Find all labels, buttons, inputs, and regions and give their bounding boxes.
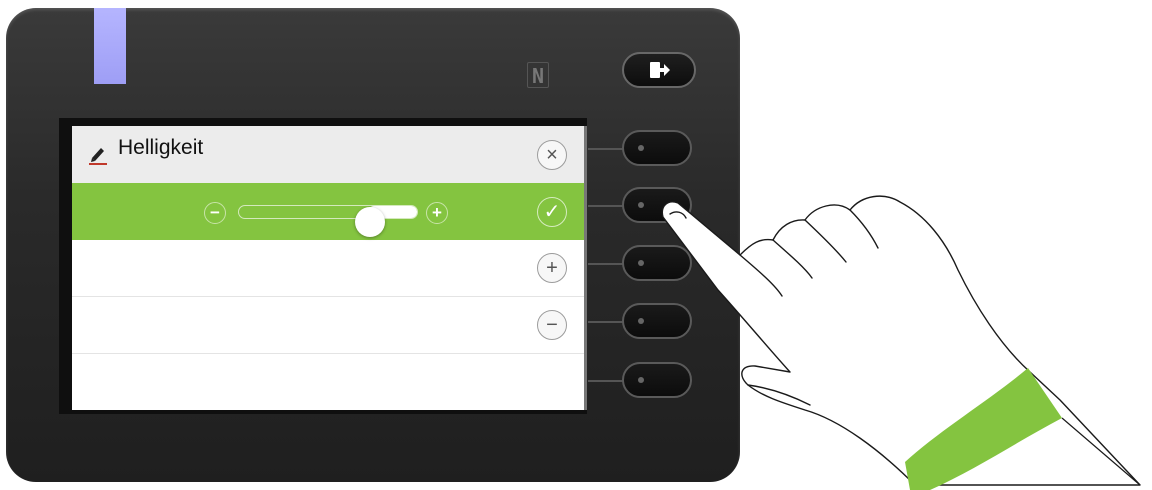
exit-arrow-icon	[650, 62, 670, 78]
decrease-row[interactable]: −	[72, 297, 584, 354]
display-panel: Helligkeit × − + ✓ + −	[72, 126, 584, 410]
empty-row	[72, 354, 584, 410]
slider-track[interactable]	[238, 205, 418, 237]
key-dot	[638, 260, 644, 266]
brightness-slider[interactable]: − +	[204, 196, 454, 237]
close-button[interactable]: ×	[537, 140, 567, 170]
key-line	[588, 263, 624, 265]
softkey-1[interactable]	[622, 130, 692, 166]
nfc-icon: N	[527, 62, 549, 88]
scrollbar[interactable]	[584, 126, 587, 410]
notification-led	[94, 8, 126, 84]
exit-key[interactable]	[622, 52, 696, 88]
increase-button[interactable]: +	[537, 253, 567, 283]
softkey-5[interactable]	[622, 362, 692, 398]
page-title: Helligkeit	[118, 136, 204, 159]
softkey-2[interactable]	[622, 187, 692, 223]
slider-plus-icon: +	[426, 202, 448, 224]
key-line	[588, 205, 624, 207]
decrease-button[interactable]: −	[537, 310, 567, 340]
key-line	[588, 380, 624, 382]
pencil-icon	[89, 148, 107, 165]
title-bar: Helligkeit ×	[72, 126, 584, 183]
softkey-3[interactable]	[622, 245, 692, 281]
key-dot	[638, 202, 644, 208]
key-line	[588, 148, 624, 150]
key-line	[588, 321, 624, 323]
brightness-row-selected[interactable]: − + ✓	[72, 183, 584, 240]
slider-thumb[interactable]	[355, 207, 385, 237]
key-dot	[638, 318, 644, 324]
slider-minus-icon: −	[204, 202, 226, 224]
key-dot	[638, 377, 644, 383]
increase-row[interactable]: +	[72, 240, 584, 297]
softkey-4[interactable]	[622, 303, 692, 339]
ok-button[interactable]: ✓	[537, 197, 567, 227]
key-dot	[638, 145, 644, 151]
